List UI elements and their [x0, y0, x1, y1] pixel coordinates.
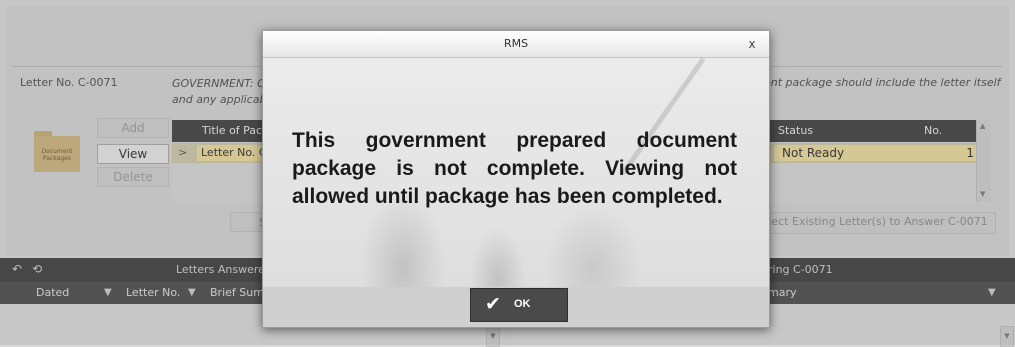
- close-button[interactable]: x: [743, 35, 761, 53]
- check-icon: ✔: [485, 293, 501, 315]
- rms-dialog: RMS x This government prepared document …: [262, 30, 770, 328]
- dialog-message: This government prepared document packag…: [292, 129, 737, 208]
- dialog-title: RMS: [503, 37, 529, 50]
- ok-button[interactable]: ✔ OK: [470, 288, 568, 322]
- ok-label: OK: [514, 298, 531, 310]
